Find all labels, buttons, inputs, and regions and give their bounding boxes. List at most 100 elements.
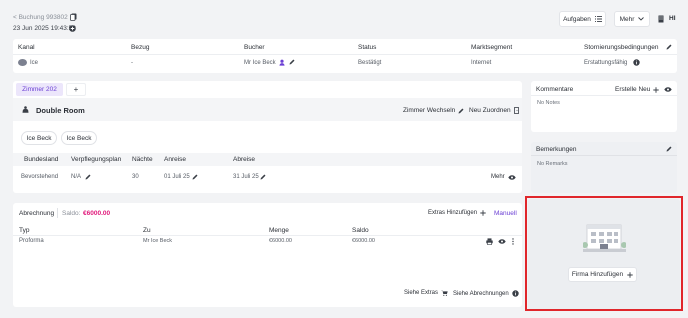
- billing-title: Abrechnung: [19, 210, 55, 217]
- state-value: Bevorstehend: [21, 174, 59, 180]
- reassign-button[interactable]: Neu Zuordnen: [469, 107, 519, 114]
- header-status: Status: [358, 44, 377, 51]
- arrival-value[interactable]: 01 Juli 25: [164, 174, 190, 180]
- more-label: Mehr: [491, 174, 505, 180]
- comments-divider: [531, 95, 677, 96]
- add-extras-label: Extras Hinzufügen: [428, 210, 478, 216]
- see-bills-button[interactable]: Siehe Abrechnungen: [453, 290, 519, 297]
- add-company-label: Firma Hinzufügen: [571, 271, 624, 278]
- add-extras-button[interactable]: Extras Hinzufügen: [428, 210, 486, 216]
- edit-icon[interactable]: [666, 44, 672, 50]
- header-state: Bundesland: [24, 156, 59, 163]
- header-booker: Bucher: [244, 44, 265, 51]
- info-icon: [512, 290, 519, 297]
- booking-summary-card: [13, 39, 677, 73]
- header-channel: Kanal: [18, 44, 35, 51]
- plus-icon: [480, 210, 486, 216]
- edit-icon[interactable]: [260, 174, 266, 180]
- add-room-tab-button[interactable]: +: [66, 83, 86, 96]
- see-extras-button[interactable]: Siehe Extras: [404, 290, 448, 296]
- bill-amount-value: €6000.00: [269, 238, 292, 244]
- more-label: Mehr: [619, 15, 635, 23]
- edit-icon[interactable]: [666, 146, 672, 152]
- edit-icon[interactable]: [192, 174, 198, 180]
- copy-icon[interactable]: [70, 13, 77, 21]
- guest-chip[interactable]: Ice Beck: [21, 131, 57, 145]
- user-link-icon[interactable]: [279, 59, 286, 66]
- edit-icon[interactable]: [85, 174, 91, 180]
- status-value: Bestätigt: [358, 60, 382, 66]
- change-room-button[interactable]: Zimmer Wechseln: [403, 107, 464, 114]
- tasks-label: Aufgaben: [563, 15, 591, 23]
- header-departure: Abreise: [233, 156, 256, 163]
- remarks-divider: [531, 155, 677, 156]
- bed-icon: [22, 106, 29, 113]
- meal-plan-value[interactable]: N/A: [71, 174, 81, 180]
- comments-title: Kommentare: [536, 86, 574, 93]
- remarks-empty: No Remarks: [537, 161, 568, 167]
- add-circle-icon[interactable]: [69, 25, 76, 32]
- header-balance: Saldo: [352, 227, 369, 234]
- booking-datetime: 23 Jun 2025 19:43:59: [13, 25, 76, 32]
- tasks-button[interactable]: Aufgaben: [559, 11, 606, 27]
- tab-room-202[interactable]: Zimmer 202: [16, 83, 63, 96]
- comments-empty: No Notes: [537, 100, 560, 106]
- manual-link[interactable]: Manuell: [494, 210, 517, 217]
- kebab-menu-icon[interactable]: [512, 238, 514, 245]
- reference-value: -: [131, 60, 133, 66]
- billing-table-header: [13, 225, 522, 234]
- eye-icon[interactable]: [664, 87, 672, 92]
- plus-icon: [627, 271, 633, 278]
- row-more-button[interactable]: Mehr: [491, 174, 516, 180]
- building-illustration-icon: [582, 222, 627, 258]
- bill-to-value: Mr Ice Beck: [143, 238, 173, 244]
- guest-chip[interactable]: Ice Beck: [61, 131, 97, 145]
- create-comment-button[interactable]: Erstelle Neu: [615, 86, 660, 93]
- header-nights: Nächte: [132, 156, 153, 163]
- channel-value: Ice: [30, 60, 39, 66]
- building-icon[interactable]: [658, 15, 664, 23]
- info-icon[interactable]: [633, 59, 640, 66]
- table-divider: [13, 235, 522, 236]
- cancellation-value: Erstattungsfähig: [584, 60, 628, 66]
- saldo-value: €6000.00: [83, 210, 111, 217]
- header-arrival: Anreise: [164, 156, 187, 163]
- bill-balance-value: €6000.00: [352, 238, 375, 244]
- departure-value[interactable]: 31 Juli 25: [233, 174, 259, 180]
- see-extras-label: Siehe Extras: [404, 290, 439, 296]
- header-cancellation: Stornierungsbedingungen: [584, 44, 659, 51]
- add-company-button[interactable]: Firma Hinzufügen: [568, 267, 637, 282]
- door-icon: [513, 107, 519, 114]
- booker-value[interactable]: Mr Ice Beck: [244, 60, 276, 66]
- nights-value: 30: [132, 174, 139, 180]
- header-market-segment: Marktsegment: [471, 44, 513, 51]
- change-room-label: Zimmer Wechseln: [403, 107, 456, 114]
- bill-type-value: Proforma: [19, 238, 44, 244]
- more-button[interactable]: Mehr: [614, 11, 650, 27]
- header-reference: Bezug: [131, 44, 150, 51]
- list-icon: [594, 16, 602, 22]
- divider: [13, 54, 677, 55]
- header-meal-plan: Verpflegungsplan: [71, 156, 122, 163]
- user-initials[interactable]: HI: [669, 15, 676, 22]
- header-type: Typ: [19, 227, 30, 234]
- header-amount: Menge: [269, 227, 289, 234]
- cart-icon: [441, 290, 448, 296]
- back-link[interactable]: < Buchung 993802: [13, 14, 68, 21]
- see-bills-label: Siehe Abrechnungen: [453, 290, 509, 297]
- chevron-down-icon: [638, 17, 645, 21]
- edit-icon[interactable]: [289, 59, 295, 65]
- printer-icon[interactable]: [486, 238, 493, 245]
- room-type: Double Room: [36, 106, 85, 115]
- reassign-label: Neu Zuordnen: [469, 107, 511, 114]
- eye-icon[interactable]: [498, 239, 506, 244]
- plus-icon: [653, 86, 660, 93]
- channel-logo: [18, 59, 27, 66]
- eye-icon: [507, 174, 516, 180]
- create-new-label: Erstelle Neu: [615, 86, 651, 93]
- market-segment-value: Internet: [471, 60, 492, 66]
- header-to: Zu: [143, 227, 151, 234]
- billing-divider: [57, 208, 58, 218]
- saldo-label: Saldo:: [62, 210, 81, 217]
- pencil-icon: [458, 108, 464, 114]
